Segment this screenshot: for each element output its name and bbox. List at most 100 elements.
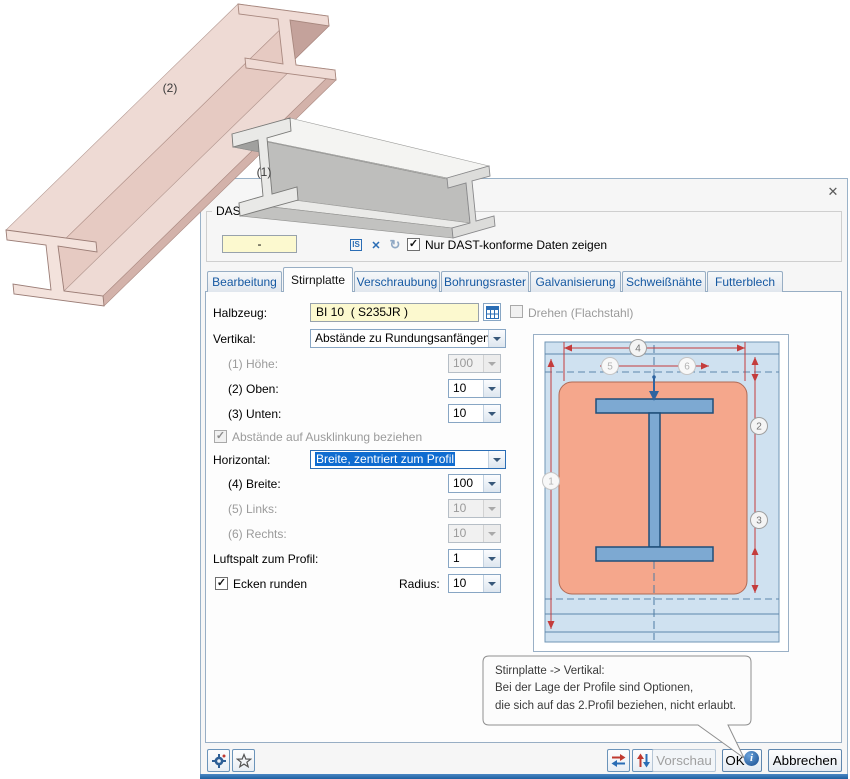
svg-text:4: 4 bbox=[635, 344, 641, 355]
vertikal-label: Vertikal: bbox=[213, 332, 256, 346]
halbzeug-label: Halbzeug: bbox=[213, 306, 267, 320]
oben-dropdown-button[interactable] bbox=[483, 380, 500, 397]
application-window: ✕ DAST - IS ✕ ↻ Nur DAST-konforme Daten … bbox=[0, 0, 850, 779]
unten-dropdown-button[interactable] bbox=[483, 405, 500, 422]
favorites-button[interactable] bbox=[232, 749, 255, 772]
tab-bearbeitung[interactable]: Bearbeitung bbox=[207, 271, 282, 292]
svg-text:3: 3 bbox=[756, 516, 762, 527]
tooltip-line-1: Stirnplatte -> Vertikal: bbox=[495, 663, 747, 680]
tab-verschraubung[interactable]: Verschraubung bbox=[354, 271, 440, 292]
links-label: (5) Links: bbox=[228, 502, 277, 516]
hoehe-dropdown: 100 bbox=[448, 354, 501, 373]
unten-value: 10 bbox=[449, 405, 483, 422]
dast-clear-button[interactable]: ✕ bbox=[367, 236, 385, 254]
dast-refresh-button[interactable]: ↻ bbox=[386, 236, 404, 254]
vertikal-value: Abstände zu Rundungsanfängen, bbox=[311, 330, 488, 347]
breite-value: 100 bbox=[449, 475, 483, 492]
dast-norm-button[interactable]: IS bbox=[347, 236, 365, 254]
dialog-bottom-edge bbox=[200, 774, 848, 779]
tooltip-line-3: die sich auf das 2.Profil beziehen, nich… bbox=[495, 698, 747, 715]
rechts-dropdown-button bbox=[483, 525, 500, 542]
chevron-down-icon bbox=[488, 532, 496, 536]
abbrechen-button[interactable]: Abbrechen bbox=[768, 749, 842, 772]
close-icon[interactable]: ✕ bbox=[822, 182, 844, 202]
marker-6: 6 bbox=[679, 358, 696, 375]
chevron-down-icon bbox=[488, 362, 496, 366]
drehen-checkbox bbox=[510, 305, 523, 318]
table-icon bbox=[486, 306, 499, 319]
refresh-icon: ↻ bbox=[390, 237, 401, 253]
halbzeug-input[interactable]: BI 10 ( S235JR ) bbox=[310, 303, 479, 322]
tooltip-text: Stirnplatte -> Vertikal: Bei der Lage de… bbox=[495, 663, 747, 715]
luftspalt-value: 1 bbox=[449, 550, 483, 567]
info-icon[interactable]: i bbox=[744, 751, 759, 766]
halbzeug-catalog-button[interactable] bbox=[483, 303, 501, 321]
links-dropdown: 10 bbox=[448, 499, 501, 518]
svg-text:6: 6 bbox=[684, 362, 690, 373]
svg-text:5: 5 bbox=[607, 362, 613, 373]
svg-text:2: 2 bbox=[756, 422, 762, 433]
settings-button[interactable] bbox=[207, 749, 230, 772]
oben-dropdown[interactable]: 10 bbox=[448, 379, 501, 398]
drehen-label: Drehen (Flachstahl) bbox=[528, 306, 633, 320]
chevron-down-icon bbox=[493, 458, 501, 462]
chevron-down-icon bbox=[488, 557, 496, 561]
tab-futterblech[interactable]: Futterblech bbox=[707, 271, 783, 292]
beam-2-label: (2) bbox=[163, 81, 178, 95]
chevron-down-icon bbox=[488, 482, 496, 486]
settings-icon bbox=[211, 753, 227, 769]
rechts-value: 10 bbox=[449, 525, 483, 542]
vertikal-dropdown-button[interactable] bbox=[488, 330, 505, 347]
rechts-dropdown: 10 bbox=[448, 524, 501, 543]
marker-3: 3 bbox=[751, 512, 768, 529]
breite-dropdown-button[interactable] bbox=[483, 475, 500, 492]
chevron-down-icon bbox=[488, 387, 496, 391]
horizontal-dropdown[interactable]: Breite, zentriert zum Profil bbox=[310, 450, 506, 469]
luftspalt-dropdown[interactable]: 1 bbox=[448, 549, 501, 568]
plate-preview: 1 2 3 4 5 6 bbox=[533, 334, 789, 652]
oben-value: 10 bbox=[449, 380, 483, 397]
dast-conform-label: Nur DAST-konforme Daten zeigen bbox=[425, 238, 607, 252]
radius-label: Radius: bbox=[399, 577, 440, 591]
ausklinkung-label: Abstände auf Ausklinkung beziehen bbox=[232, 430, 422, 444]
tab-schweissnaehte[interactable]: Schweißnähte bbox=[622, 271, 706, 292]
tab-stirnplatte[interactable]: Stirnplatte bbox=[283, 267, 353, 292]
oben-label: (2) Oben: bbox=[228, 382, 279, 396]
marker-2: 2 bbox=[751, 418, 768, 435]
hoehe-dropdown-button bbox=[483, 355, 500, 372]
chevron-down-icon bbox=[493, 337, 501, 341]
dast-conform-checkbox[interactable] bbox=[407, 238, 420, 251]
links-value: 10 bbox=[449, 500, 483, 517]
horizontal-value: Breite, zentriert zum Profil bbox=[315, 452, 455, 466]
star-icon bbox=[236, 753, 252, 768]
breite-dropdown[interactable]: 100 bbox=[448, 474, 501, 493]
chevron-down-icon bbox=[488, 507, 496, 511]
tab-galvanisierung[interactable]: Galvanisierung bbox=[530, 271, 621, 292]
is-icon: IS bbox=[350, 239, 362, 251]
tab-bohrungsraster[interactable]: Bohrungsraster bbox=[441, 271, 529, 292]
horizontal-dropdown-button[interactable] bbox=[488, 451, 505, 468]
unten-dropdown[interactable]: 10 bbox=[448, 404, 501, 423]
beam-1-label: (1) bbox=[257, 165, 272, 179]
vertikal-dropdown[interactable]: Abstände zu Rundungsanfängen, bbox=[310, 329, 506, 348]
ecken-runden-checkbox[interactable] bbox=[215, 577, 228, 590]
luftspalt-label: Luftspalt zum Profil: bbox=[213, 552, 318, 566]
chevron-down-icon bbox=[488, 582, 496, 586]
marker-1: 1 bbox=[543, 473, 560, 490]
chevron-down-icon bbox=[488, 412, 496, 416]
radius-dropdown-button[interactable] bbox=[483, 575, 500, 592]
radius-dropdown[interactable]: 10 bbox=[448, 574, 501, 593]
marker-4: 4 bbox=[630, 340, 647, 357]
breite-label: (4) Breite: bbox=[228, 477, 281, 491]
dast-input[interactable]: - bbox=[222, 235, 297, 253]
marker-5: 5 bbox=[602, 358, 619, 375]
radius-value: 10 bbox=[449, 575, 483, 592]
preview-drawing: 1 2 3 4 5 6 bbox=[534, 335, 788, 651]
clear-icon: ✕ bbox=[371, 239, 380, 252]
horizontal-label: Horizontal: bbox=[213, 453, 270, 467]
dast-groupbox bbox=[206, 211, 842, 262]
luftspalt-dropdown-button[interactable] bbox=[483, 550, 500, 567]
links-dropdown-button bbox=[483, 500, 500, 517]
ecken-runden-label: Ecken runden bbox=[233, 577, 307, 591]
ausklinkung-checkbox bbox=[214, 430, 227, 443]
